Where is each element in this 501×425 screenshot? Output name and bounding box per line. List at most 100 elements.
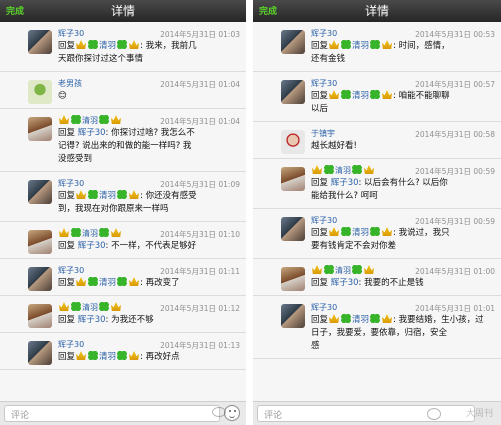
clover-emoji-icon xyxy=(341,227,352,236)
right-navbar: 完成 详情 xyxy=(253,0,501,22)
comment-author[interactable]: 辉子30 xyxy=(58,28,84,39)
comment-author[interactable]: 辉子30 xyxy=(58,339,84,350)
comment-text: 回复 清羽: 再改好点 xyxy=(58,351,180,362)
emoji-icon[interactable] xyxy=(224,405,240,421)
comment-row[interactable]: 辉子30 2014年5月31日 01:03 回复 清羽: 我来，我前几 天跟你探讨过这个… xyxy=(0,22,246,72)
comment-list[interactable]: 辉子30 2014年5月31日 01:03 回复 清羽: 我来，我前几 天跟你探讨过这个… xyxy=(0,22,246,401)
clover-emoji-icon xyxy=(370,40,381,49)
clover-emoji-icon xyxy=(88,277,99,286)
crown-emoji-icon xyxy=(111,115,121,124)
avatar[interactable] xyxy=(28,80,52,104)
comment-row[interactable]: 辉子30 2014年5月31日 01:01 回复 清羽: 我要结婚，生小孩，过 日子，我… xyxy=(253,296,501,359)
comment-row[interactable]: 辉子30 2014年5月31日 00:57 回复 清羽: 咱能不能聊聊 以后 xyxy=(253,72,501,122)
watermark-logo-icon xyxy=(427,408,441,420)
avatar[interactable] xyxy=(28,117,52,141)
clover-emoji-icon xyxy=(99,115,109,124)
comment-row[interactable]: 清羽 2014年5月31日 01:04 回复 辉子30: 你探讨过啥? 我怎么不 记得… xyxy=(0,109,246,172)
comment-text: 回复 辉子30: 为我还不够 xyxy=(58,315,154,325)
comment-text: 😊 xyxy=(58,91,67,101)
crown-emoji-icon xyxy=(59,115,69,124)
crown-emoji-icon xyxy=(382,40,393,49)
avatar[interactable] xyxy=(28,341,52,365)
clover-emoji-icon xyxy=(370,90,381,99)
crown-emoji-icon xyxy=(329,227,340,236)
comment-time: 2014年5月31日 00:58 xyxy=(415,130,495,139)
clover-emoji-icon xyxy=(71,115,81,124)
comment-row[interactable]: 老男孩 2014年5月31日 01:04 😊 xyxy=(0,72,246,109)
comment-text: 回复 清羽: 你还没有感受 到，我现在对你跟原来一样吗 xyxy=(58,190,197,214)
crown-emoji-icon xyxy=(76,277,87,286)
comment-text: 回复 辉子30: 我要的不止是钱 xyxy=(311,278,424,288)
avatar[interactable] xyxy=(281,130,305,154)
avatar[interactable] xyxy=(28,230,52,254)
comment-author[interactable]: 辉子30 xyxy=(311,78,337,89)
comment-input[interactable]: 评论 xyxy=(4,405,220,422)
avatar[interactable] xyxy=(281,80,305,104)
crown-emoji-icon xyxy=(312,165,322,174)
avatar[interactable] xyxy=(28,30,52,54)
avatar[interactable] xyxy=(281,267,305,291)
comment-row[interactable]: 清羽 2014年5月31日 00:59 回复 辉子30: 以后会有什么? 以后你 能给… xyxy=(253,159,501,209)
clover-emoji-icon xyxy=(324,165,334,174)
comment-author[interactable]: 辉子30 xyxy=(311,28,337,39)
comment-author[interactable]: 辉子30 xyxy=(311,302,337,313)
clover-emoji-icon xyxy=(341,314,352,323)
comment-author[interactable]: 辉子30 xyxy=(311,215,337,226)
comment-author[interactable]: 清羽 xyxy=(311,265,375,276)
crown-emoji-icon xyxy=(59,302,69,311)
comment-text: 回复 清羽: 时间，感情， 还有金钱 xyxy=(311,40,450,64)
crown-emoji-icon xyxy=(111,228,121,237)
avatar[interactable] xyxy=(281,217,305,241)
comment-row[interactable]: 辉子30 2014年5月31日 01:09 回复 清羽: 你还没有感受 到，我现在对你跟… xyxy=(0,172,246,222)
clover-emoji-icon xyxy=(99,302,109,311)
avatar[interactable] xyxy=(281,304,305,328)
comment-text: 越长越好看! xyxy=(311,141,357,151)
clover-emoji-icon xyxy=(370,227,381,236)
crown-emoji-icon xyxy=(111,302,121,311)
comment-input[interactable]: 评论 xyxy=(257,405,475,422)
avatar[interactable] xyxy=(28,304,52,328)
comment-author[interactable]: 老男孩 xyxy=(58,78,82,89)
comment-text: 回复 清羽: 咱能不能聊聊 以后 xyxy=(311,90,450,114)
crown-emoji-icon xyxy=(59,228,69,237)
avatar[interactable] xyxy=(28,180,52,204)
comment-author[interactable]: 辉子30 xyxy=(58,265,84,276)
comment-author[interactable]: 清羽 xyxy=(58,115,122,126)
clover-emoji-icon xyxy=(117,277,128,286)
comment-time: 2014年5月31日 01:12 xyxy=(160,304,240,313)
comment-row[interactable]: 辉子30 2014年5月31日 01:13 回复 清羽: 再改好点 xyxy=(0,333,246,370)
crown-emoji-icon xyxy=(382,90,393,99)
comment-row[interactable]: 清羽 2014年5月31日 01:00 回复 辉子30: 我要的不止是钱 xyxy=(253,259,501,296)
comment-list[interactable]: 辉子30 2014年5月31日 00:53 回复 清羽: 时间，感情， 还有金钱 辉子30… xyxy=(253,22,501,401)
crown-emoji-icon xyxy=(329,40,340,49)
comment-row[interactable]: 辉子30 2014年5月31日 00:53 回复 清羽: 时间，感情， 还有金钱 xyxy=(253,22,501,72)
left-navbar: 完成 详情 xyxy=(0,0,246,22)
comment-author[interactable]: 辉子30 xyxy=(58,178,84,189)
crown-emoji-icon xyxy=(329,314,340,323)
comment-author[interactable]: 于镇宇 xyxy=(311,128,335,139)
comment-author[interactable]: 清羽 xyxy=(58,302,122,313)
avatar[interactable] xyxy=(281,30,305,54)
comment-text: 回复 清羽: 再改变了 xyxy=(58,277,180,288)
comment-author[interactable]: 清羽 xyxy=(58,228,122,239)
page-title: 详情 xyxy=(364,4,389,18)
clover-emoji-icon xyxy=(352,265,362,274)
crown-emoji-icon xyxy=(312,265,322,274)
comment-time: 2014年5月31日 00:53 xyxy=(415,30,495,39)
comment-text: 回复 辉子30: 不一样，不代表足够好 xyxy=(58,241,197,251)
comment-row[interactable]: 辉子30 2014年5月31日 00:59 回复 清羽: 我说过，我只 要有钱肯定不会对… xyxy=(253,209,501,259)
crown-emoji-icon xyxy=(129,277,140,286)
comment-row[interactable]: 辉子30 2014年5月31日 01:11 回复 清羽: 再改变了 xyxy=(0,259,246,296)
clover-emoji-icon xyxy=(88,351,99,360)
comment-row[interactable]: 清羽 2014年5月31日 01:12 回复 辉子30: 为我还不够 xyxy=(0,296,246,333)
comment-row[interactable]: 于镇宇 2014年5月31日 00:58 越长越好看! xyxy=(253,122,501,159)
crown-emoji-icon xyxy=(129,40,140,49)
avatar[interactable] xyxy=(281,167,305,191)
avatar[interactable] xyxy=(28,267,52,291)
clover-emoji-icon xyxy=(370,314,381,323)
crown-emoji-icon xyxy=(382,314,393,323)
comment-author[interactable]: 清羽 xyxy=(311,165,375,176)
comment-row[interactable]: 清羽 2014年5月31日 01:10 回复 辉子30: 不一样，不代表足够好 xyxy=(0,222,246,259)
clover-emoji-icon xyxy=(117,190,128,199)
watermark-text: 大周刊 xyxy=(465,409,493,419)
